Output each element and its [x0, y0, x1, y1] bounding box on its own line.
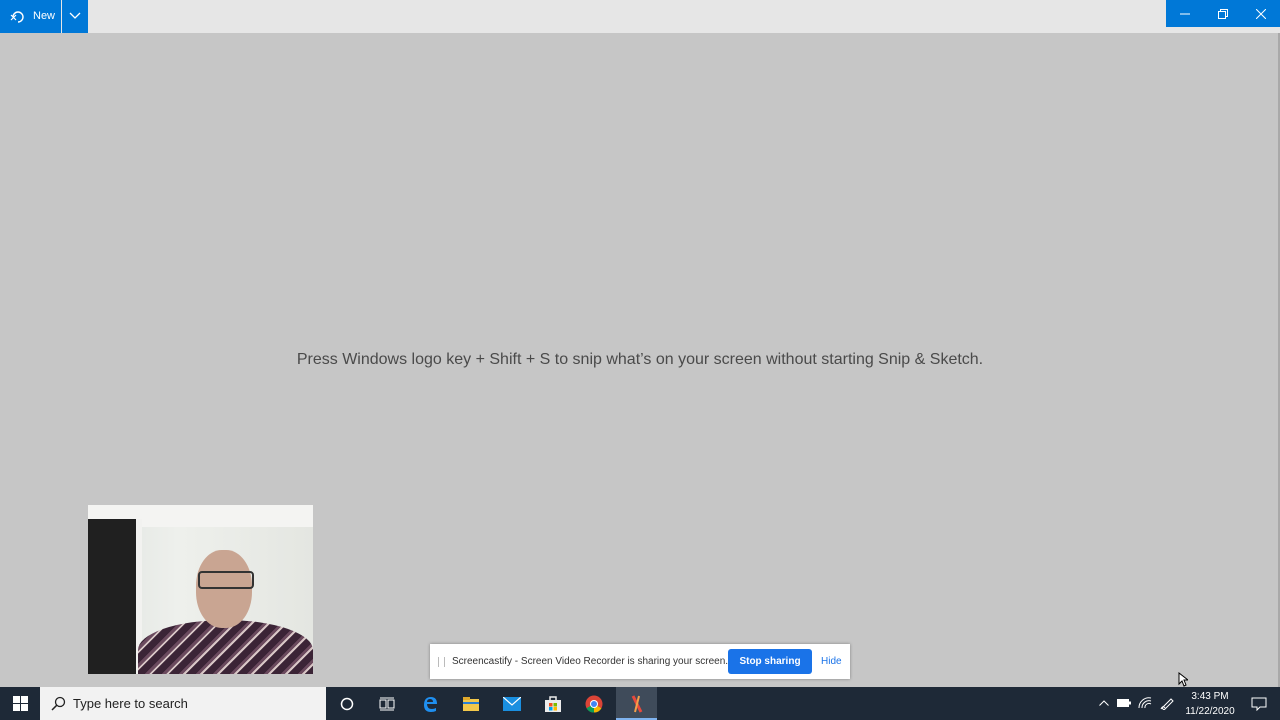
search-icon: [51, 696, 66, 711]
clock-time: 3:43 PM: [1191, 691, 1229, 702]
edge-app[interactable]: [409, 687, 450, 720]
wifi-icon: [1138, 697, 1152, 709]
mail-app[interactable]: [491, 687, 532, 720]
chevron-up-icon: [1099, 700, 1109, 706]
task-view-icon: [379, 697, 394, 710]
window-controls: [1166, 0, 1280, 27]
minimize-icon: [1180, 13, 1190, 14]
pen-tray-button[interactable]: [1159, 695, 1175, 711]
mouse-pointer-icon: [1178, 672, 1188, 687]
edge-icon: [423, 696, 437, 712]
snip-hint-text: Press Windows logo key + Shift + S to sn…: [296, 351, 984, 368]
chrome-app[interactable]: [573, 687, 614, 720]
chrome-icon: [585, 695, 602, 713]
cortana-icon: [340, 697, 353, 710]
webcam-person-glasses: [198, 571, 254, 589]
snip-sketch-icon: [631, 694, 642, 713]
task-view-button[interactable]: [366, 687, 407, 720]
windows-logo-icon: [12, 696, 28, 711]
battery-tray-button[interactable]: [1116, 695, 1132, 711]
battery-icon: [1117, 699, 1131, 707]
close-button[interactable]: [1242, 0, 1280, 27]
chevron-down-icon: [69, 12, 81, 19]
title-bar: New: [0, 0, 1280, 33]
drag-handle-icon[interactable]: [438, 657, 445, 667]
show-hidden-icons-button[interactable]: [1096, 695, 1112, 711]
wifi-tray-button[interactable]: [1137, 695, 1153, 711]
new-snip-button[interactable]: New: [0, 0, 61, 33]
taskbar-search-box[interactable]: Type here to search: [40, 687, 326, 720]
sharing-message: Screencastify - Screen Video Recorder is…: [452, 656, 729, 667]
webcam-overlay: [88, 505, 313, 674]
file-explorer-icon: [462, 696, 479, 711]
webcam-doorway: [88, 519, 142, 674]
snip-icon: [10, 11, 24, 23]
webcam-person-sweater: [138, 620, 313, 674]
file-explorer-app[interactable]: [450, 687, 491, 720]
mail-icon: [502, 696, 521, 711]
restore-icon: [1218, 8, 1228, 19]
screen-sharing-bar: Screencastify - Screen Video Recorder is…: [430, 644, 850, 679]
taskbar-clock[interactable]: 3:43 PM 11/22/2020: [1180, 689, 1240, 719]
restore-button[interactable]: [1204, 0, 1242, 27]
new-snip-label: New: [33, 10, 56, 22]
clock-date: 11/22/2020: [1185, 706, 1235, 717]
close-icon: [1256, 8, 1266, 19]
stop-sharing-button[interactable]: Stop sharing: [728, 649, 812, 674]
taskbar: Type here to search 3:43 PM 11/22/2020: [0, 687, 1280, 720]
search-placeholder: Type here to search: [73, 696, 188, 711]
notification-icon: [1251, 697, 1267, 711]
hide-link[interactable]: Hide: [821, 656, 842, 667]
cortana-button[interactable]: [326, 687, 367, 720]
pen-icon: [1160, 698, 1174, 710]
store-icon: [544, 695, 561, 712]
action-center-button[interactable]: [1242, 687, 1276, 720]
minimize-button[interactable]: [1166, 0, 1204, 27]
new-snip-dropdown[interactable]: [62, 0, 88, 33]
webcam-person-head: [196, 550, 252, 628]
snip-sketch-app[interactable]: [616, 687, 657, 720]
start-button[interactable]: [0, 687, 40, 720]
store-app[interactable]: [532, 687, 573, 720]
